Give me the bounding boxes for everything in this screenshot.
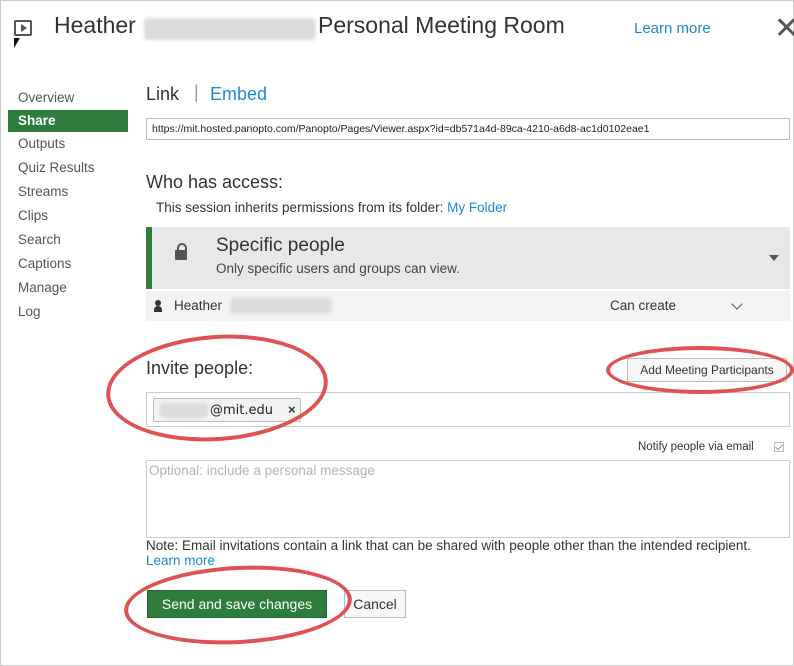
- redacted-user-name: [230, 298, 332, 314]
- remove-chip-icon[interactable]: ×: [288, 402, 296, 417]
- user-name: Heather: [174, 298, 223, 313]
- sidebar-nav: Overview Share Outputs Quiz Results Stre…: [8, 86, 128, 324]
- sidebar-item-manage[interactable]: Manage: [8, 276, 128, 300]
- role-select[interactable]: Can create: [610, 298, 676, 313]
- chevron-down-icon[interactable]: [731, 298, 743, 310]
- notify-via-email-checkbox[interactable]: [774, 442, 784, 452]
- sidebar-item-captions[interactable]: Captions: [8, 252, 128, 276]
- access-level-dropdown[interactable]: Specific people Only specific users and …: [146, 227, 790, 289]
- share-url-field[interactable]: https://mit.hosted.panopto.com/Panopto/P…: [146, 118, 790, 140]
- send-and-save-button[interactable]: Send and save changes: [147, 590, 327, 618]
- personal-message-field[interactable]: [146, 460, 790, 538]
- inherit-permissions-text: This session inherits permissions from i…: [156, 200, 507, 215]
- who-has-access-heading: Who has access:: [146, 172, 284, 192]
- lock-icon: [175, 243, 187, 260]
- invite-people-input[interactable]: @mit.edu ×: [146, 392, 790, 427]
- note-text: Note: Email invitations contain a link t…: [146, 538, 751, 553]
- invitee-chip: @mit.edu ×: [153, 398, 301, 422]
- invite-people-heading: Invite people:: [146, 358, 254, 378]
- inherit-permissions-label: This session inherits permissions from i…: [156, 200, 444, 215]
- learn-more-link[interactable]: Learn more: [634, 20, 711, 37]
- note-learn-more-link[interactable]: Learn more: [146, 553, 215, 568]
- my-folder-link[interactable]: My Folder: [447, 200, 507, 215]
- access-level-subtitle: Only specific users and groups can view.: [216, 261, 460, 276]
- notify-via-email-label: Notify people via email: [638, 441, 754, 453]
- sidebar-item-streams[interactable]: Streams: [8, 180, 128, 204]
- email-invitation-note: Note: Email invitations contain a link t…: [146, 538, 786, 568]
- redacted-name: [144, 18, 316, 40]
- sidebar-item-overview[interactable]: Overview: [8, 86, 128, 110]
- close-icon[interactable]: ✕: [774, 14, 794, 44]
- tab-embed[interactable]: Embed: [210, 84, 267, 105]
- mouse-cursor-icon: [14, 38, 20, 48]
- sidebar-item-quiz-results[interactable]: Quiz Results: [8, 156, 128, 180]
- dialog-header: Heather Personal Meeting Room Learn more…: [0, 0, 794, 62]
- redacted-email-user: [160, 403, 208, 418]
- sidebar-item-share[interactable]: Share: [8, 110, 128, 132]
- sidebar-item-outputs[interactable]: Outputs: [8, 132, 128, 156]
- sidebar-item-search[interactable]: Search: [8, 228, 128, 252]
- access-level-title: Specific people: [216, 235, 345, 256]
- user-permission-row: Heather Can create: [146, 291, 790, 321]
- sidebar-item-clips[interactable]: Clips: [8, 204, 128, 228]
- tab-separator: |: [194, 82, 199, 102]
- dialog-title: Personal Meeting Room: [318, 12, 565, 38]
- sidebar-item-log[interactable]: Log: [8, 300, 128, 324]
- cancel-button[interactable]: Cancel: [344, 590, 406, 618]
- dialog-title-first: Heather: [54, 12, 136, 38]
- tab-link[interactable]: Link: [146, 84, 179, 105]
- invitee-email: @mit.edu: [210, 403, 273, 418]
- video-icon: [14, 20, 32, 36]
- user-icon: [154, 300, 162, 312]
- add-meeting-participants-button[interactable]: Add Meeting Participants: [627, 358, 787, 382]
- caret-down-icon: [769, 255, 779, 261]
